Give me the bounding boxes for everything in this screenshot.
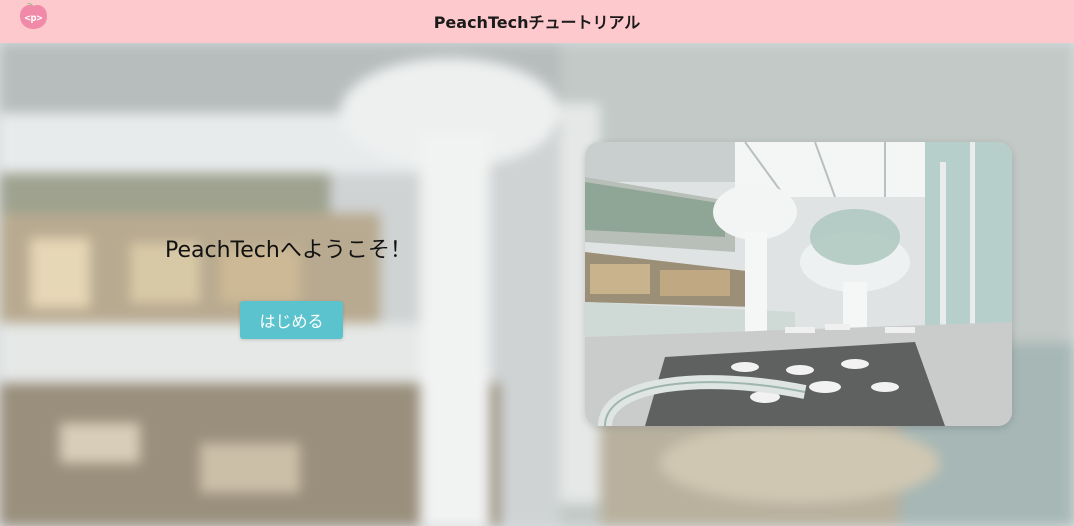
- welcome-heading: PeachTechへようこそ！: [165, 238, 412, 263]
- page-title: PeachTechチュートリアル: [433, 13, 641, 32]
- app-header: <p> PeachTechチュートリアル: [0, 0, 1074, 43]
- start-button[interactable]: はじめる: [240, 301, 343, 339]
- hero-photo: [585, 142, 1012, 426]
